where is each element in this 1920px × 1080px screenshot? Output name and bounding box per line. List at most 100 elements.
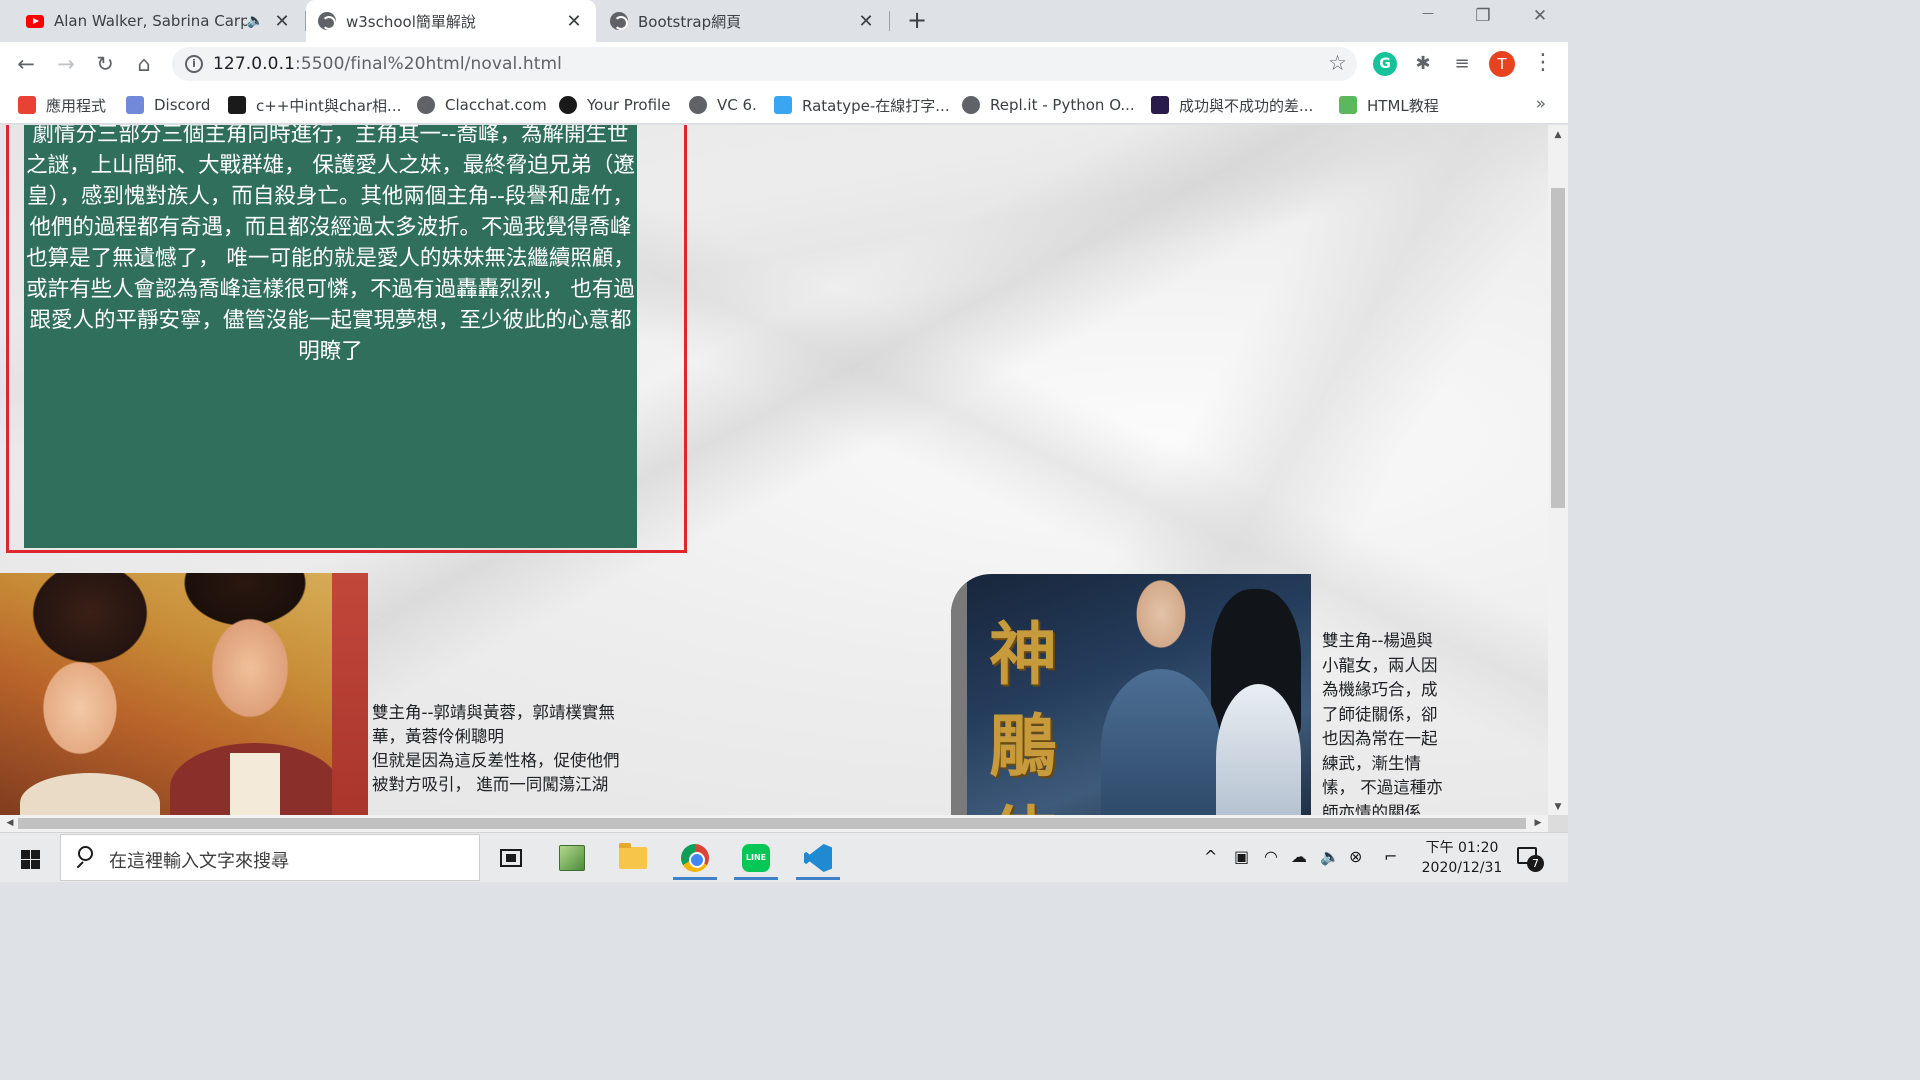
taskbar-clock[interactable]: 下午 01:20 2020/12/31 bbox=[1418, 838, 1506, 878]
network-error-icon[interactable]: ⊗ bbox=[1349, 847, 1362, 866]
taskbar-app-chrome[interactable] bbox=[670, 836, 720, 880]
folder-icon bbox=[619, 843, 647, 869]
tab-title: Alan Walker, Sabrina Carpe bbox=[54, 12, 247, 30]
taskbar-app-explorer[interactable] bbox=[608, 836, 658, 880]
start-button[interactable] bbox=[8, 845, 48, 873]
page-viewport[interactable]: 劇情分三部分三個主角同時進行，主角其一--喬峰，為解開生世之謎，上山問師、大戰群… bbox=[0, 125, 1548, 815]
reload-button[interactable]: ↻ bbox=[91, 50, 119, 78]
bookmarks-bar: 應用程式 Discord c++中int與char相... Clacchat.c… bbox=[0, 86, 1568, 124]
grammarly-extension-icon[interactable]: G bbox=[1373, 52, 1397, 76]
wifi-icon[interactable]: ◠ bbox=[1264, 847, 1278, 866]
info-icon[interactable]: i bbox=[185, 55, 203, 73]
discord-icon bbox=[126, 96, 144, 114]
windows-logo-icon bbox=[21, 850, 30, 859]
notification-count: 7 bbox=[1527, 855, 1544, 872]
search-icon bbox=[75, 846, 95, 869]
globe-icon bbox=[318, 12, 336, 30]
action-center-button[interactable]: 7 bbox=[1517, 845, 1544, 872]
window-close-button[interactable]: ✕ bbox=[1520, 6, 1560, 32]
browser-menu-icon[interactable]: ⋮ bbox=[1532, 50, 1554, 76]
ratatype-icon bbox=[774, 96, 792, 114]
globe-icon bbox=[689, 96, 707, 114]
taskbar-app-notepad[interactable] bbox=[547, 836, 597, 880]
show-hidden-icons-chevron-icon[interactable]: ^ bbox=[1204, 847, 1217, 866]
bookmark-cpp[interactable]: c++中int與char相... bbox=[228, 95, 401, 115]
bookmark-label: 應用程式 bbox=[46, 96, 107, 115]
url-host: 127.0.0.1 bbox=[213, 54, 296, 74]
bookmark-star-icon[interactable]: ☆ bbox=[1328, 51, 1347, 75]
caption-left-line2: 但就是因為這反差性格，促使他們被對方吸引， 進而一同闖蕩江湖 bbox=[372, 751, 620, 794]
scroll-left-arrow-icon[interactable]: ◀ bbox=[2, 815, 18, 832]
bookmark-clacchat[interactable]: Clacchat.com bbox=[417, 95, 547, 115]
bookmark-github[interactable]: Your Profile bbox=[559, 95, 670, 115]
browser-toolbar: ← → ↻ ⌂ i 127.0.0.1:5500/final%20html/no… bbox=[0, 42, 1568, 86]
caption-right: 雙主角--楊過與小龍女，兩人因為機緣巧合，成了師徒關係，卻也因為常在一起練武，漸… bbox=[1322, 631, 1443, 815]
clock-date: 2020/12/31 bbox=[1421, 860, 1503, 876]
scroll-right-arrow-icon[interactable]: ▶ bbox=[1530, 815, 1546, 832]
cloud-sync-icon[interactable]: ☁ bbox=[1291, 847, 1307, 866]
vertical-scroll-thumb[interactable] bbox=[1551, 188, 1565, 508]
line-icon: LINE bbox=[742, 844, 770, 872]
close-icon[interactable]: ✕ bbox=[856, 11, 876, 32]
horizontal-scroll-thumb[interactable] bbox=[18, 818, 1526, 829]
taskbar-search-box[interactable]: 在這裡輸入文字來搜尋 bbox=[60, 834, 480, 881]
media-control-icon[interactable]: ≡ bbox=[1450, 52, 1474, 76]
github-icon bbox=[559, 96, 577, 114]
figure-robe bbox=[170, 743, 340, 815]
tab-bootstrap[interactable]: Bootstrap網頁 ✕ bbox=[598, 0, 888, 42]
video-icon bbox=[1151, 96, 1169, 114]
bookmark-vc6[interactable]: VC 6. bbox=[689, 95, 757, 115]
address-bar[interactable]: i 127.0.0.1:5500/final%20html/noval.html… bbox=[172, 47, 1357, 81]
tab-strip: Alan Walker, Sabrina Carpe 🔈 ✕ w3school簡… bbox=[0, 0, 1568, 42]
bookmark-success[interactable]: 成功與不成功的差... bbox=[1151, 95, 1313, 115]
horizontal-scrollbar[interactable]: ◀ ▶ bbox=[0, 815, 1548, 832]
url-text[interactable]: 127.0.0.1:5500/final%20html/noval.html bbox=[213, 54, 562, 74]
bookmark-ratatype[interactable]: Ratatype-在線打字... bbox=[774, 95, 950, 115]
restore-button[interactable]: ❐ bbox=[1463, 6, 1503, 32]
poster-title-strip bbox=[332, 573, 368, 815]
bookmark-label: Ratatype-在線打字... bbox=[802, 96, 950, 115]
home-button[interactable]: ⌂ bbox=[130, 50, 158, 78]
tab-separator bbox=[889, 11, 890, 31]
back-button[interactable]: ← bbox=[12, 50, 40, 78]
bookmark-html[interactable]: HTML教程 bbox=[1339, 95, 1439, 115]
windows-logo-icon bbox=[31, 860, 40, 869]
chrome-icon bbox=[681, 844, 709, 872]
close-icon[interactable]: ✕ bbox=[272, 11, 292, 32]
task-view-button[interactable] bbox=[486, 836, 536, 880]
bookmark-discord[interactable]: Discord bbox=[126, 95, 210, 115]
forward-button[interactable]: → bbox=[52, 50, 80, 78]
minimize-button[interactable]: — bbox=[1408, 6, 1448, 32]
windows-taskbar: 在這裡輸入文字來搜尋 LINE ^ ▣ ◠ ☁ 🔈 ⊗ ⌐ 下午 01:20 2… bbox=[0, 832, 1568, 882]
globe-icon bbox=[417, 96, 435, 114]
vertical-scrollbar[interactable]: ▲ ▼ bbox=[1548, 125, 1568, 815]
scroll-down-arrow-icon[interactable]: ▼ bbox=[1548, 799, 1568, 815]
notepad-icon bbox=[559, 845, 585, 871]
profile-avatar[interactable]: T bbox=[1489, 51, 1515, 77]
figure-robe bbox=[20, 773, 160, 815]
site-icon bbox=[228, 96, 246, 114]
tab-w3school[interactable]: w3school簡單解說 ✕ bbox=[306, 0, 596, 42]
taskbar-app-line[interactable]: LINE bbox=[731, 836, 781, 880]
apps-grid-icon bbox=[18, 96, 36, 114]
volume-icon[interactable]: 🔈 bbox=[1320, 847, 1340, 866]
caption-left-line1: 雙主角--郭靖與黃蓉，郭靖樸實無華，黃蓉伶俐聰明 bbox=[372, 703, 615, 746]
speaker-icon[interactable]: 🔈 bbox=[247, 13, 264, 29]
taskbar-app-vscode[interactable] bbox=[793, 836, 843, 880]
clock-time: 下午 01:20 bbox=[1425, 840, 1499, 856]
figure-robe bbox=[1101, 669, 1221, 815]
ime-icon[interactable]: ⌐ bbox=[1384, 847, 1397, 866]
bookmark-apps[interactable]: 應用程式 bbox=[18, 95, 106, 115]
windows-logo-icon bbox=[21, 860, 30, 869]
scroll-up-arrow-icon[interactable]: ▲ bbox=[1548, 127, 1568, 143]
bookmark-replit[interactable]: Repl.it - Python O... bbox=[962, 95, 1135, 115]
tab-youtube[interactable]: Alan Walker, Sabrina Carpe 🔈 ✕ bbox=[14, 0, 304, 42]
meet-now-icon[interactable]: ▣ bbox=[1234, 847, 1249, 866]
extensions-puzzle-icon[interactable]: ✱ bbox=[1411, 52, 1435, 76]
replit-icon bbox=[962, 96, 980, 114]
bookmarks-overflow-button[interactable]: » bbox=[1536, 94, 1546, 114]
new-tab-button[interactable]: + bbox=[904, 8, 930, 34]
close-icon[interactable]: ✕ bbox=[564, 11, 584, 32]
plot-summary-text: 劇情分三部分三個主角同時進行，主角其一--喬峰，為解開生世之謎，上山問師、大戰群… bbox=[26, 125, 635, 364]
bookmark-label: 成功與不成功的差... bbox=[1179, 96, 1314, 115]
